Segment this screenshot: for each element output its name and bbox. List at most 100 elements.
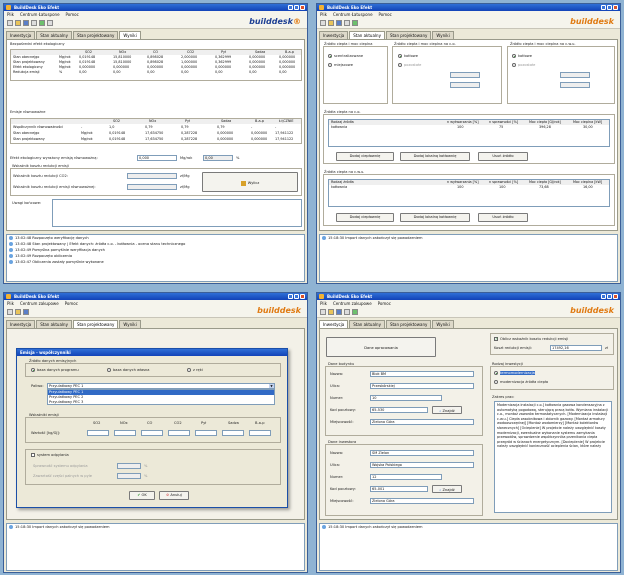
close-icon[interactable] [613,5,618,10]
address-field[interactable]: SM Zielon [370,450,474,456]
minimize-icon[interactable] [288,294,293,299]
menu-center[interactable]: Centrum zakupowe [333,300,372,307]
menu-file[interactable]: Plik [320,11,327,18]
dust-checkbox[interactable] [31,453,35,457]
em-value-field[interactable] [168,430,190,436]
address-field[interactable]: Zielona Góra [370,498,474,504]
save-icon[interactable] [23,20,29,26]
em-value-field[interactable] [141,430,163,436]
open-icon[interactable] [15,20,21,26]
check-icon[interactable] [352,309,358,315]
delete-source-button[interactable]: Usuń źródło [478,152,528,161]
check-icon[interactable] [39,20,45,26]
cancel-button[interactable]: ⊘ Anuluj [159,491,189,500]
scope-field[interactable]: Modernizacja instalacji c.o.] kotłownia … [494,401,612,513]
address-field[interactable]: 65-001 [370,486,428,492]
new-icon[interactable] [7,20,13,26]
add-heat-button[interactable]: Dodaj ciepłownię [336,152,394,161]
log-text: 15:18:30 Import danych zakończył się pow… [328,236,423,240]
em-value-field[interactable] [87,430,109,436]
em-value-field[interactable] [195,430,217,436]
study-data-button[interactable]: Dane opracowania [326,337,436,357]
grid-row[interactable]: kotłownia 100 75 396,28 30,00 [329,125,609,130]
cost-checkbox[interactable]: ✓ [494,336,498,341]
radio-cw-water[interactable] [512,54,516,58]
save-icon[interactable] [336,309,342,315]
field-label: Miejscowość: [330,420,354,424]
address-field[interactable]: 10 [370,395,442,401]
fuel-option-3[interactable]: Przyulatkowy PEC 3 [48,400,274,404]
radio-prog[interactable] [31,368,35,372]
results-panel: Bezpośredni efekt ekologiczny SO2 NOx CO CO… [6,39,305,231]
radio-co-water[interactable] [398,54,402,58]
ok-button[interactable]: ✔ OK [129,491,155,500]
field-label: Ulica: [330,384,341,388]
radio-user[interactable] [107,368,111,372]
radio-local[interactable] [328,63,332,67]
grid-row[interactable]: kotłownia 100 100 73,68 16,00 [329,185,609,190]
add-local-button-2[interactable]: Dodaj lokalną kotłownię [400,213,470,222]
menu-file[interactable]: Plik [320,300,327,307]
close-icon[interactable] [613,294,618,299]
open-icon[interactable] [328,20,334,26]
find-button[interactable]: ⌕ Znajdź [432,485,462,493]
radio-co-other[interactable] [398,63,402,67]
radio-central[interactable] [328,54,332,58]
radio-term[interactable] [494,371,498,375]
check-icon[interactable] [352,20,358,26]
menu-center[interactable]: Centrum Łatuspone [20,11,60,18]
new-icon[interactable] [320,309,326,315]
find-button[interactable]: ⌕ Znajdź [432,406,462,414]
print-icon[interactable] [31,20,37,26]
field-label: Numer: [330,396,344,400]
minimize-icon[interactable] [601,294,606,299]
minimize-icon[interactable] [601,5,606,10]
save-icon[interactable] [23,309,29,315]
equivalent-table: SO2 NOx Pył Sadza B-a-p ŁĄCZNIE Współczynnik r… [10,118,302,144]
delete-source-button-2[interactable]: Usuń źródło [478,213,528,222]
maximize-icon[interactable] [607,294,612,299]
menu-help[interactable]: Pomoc [65,300,78,307]
close-icon[interactable] [300,294,305,299]
cost-field[interactable]: 17492,16 [550,345,602,351]
address-field[interactable]: 12 [370,474,442,480]
new-icon[interactable] [7,309,13,315]
menu-file[interactable]: Plik [7,11,14,18]
close-icon[interactable] [300,5,305,10]
print-icon[interactable] [344,20,350,26]
section-equivalent: Emisje równoważne [10,110,46,114]
add-heat-button-2[interactable]: Dodaj ciepłownię [336,213,394,222]
menu-center[interactable]: Centrum Łatuspone [333,11,373,18]
maximize-icon[interactable] [294,5,299,10]
add-local-button[interactable]: Dodaj lokalną kotłownię [400,152,470,161]
maximize-icon[interactable] [607,5,612,10]
address-field[interactable]: Zielona Góra [370,419,474,425]
radio-mod[interactable] [494,380,498,384]
radio-none[interactable] [187,368,191,372]
address-field[interactable]: Blok BM [370,371,474,377]
menu-help[interactable]: Pomoc [66,11,79,18]
menu-help[interactable]: Pomoc [378,300,391,307]
menu-file[interactable]: Plik [7,300,14,307]
maximize-icon[interactable] [294,294,299,299]
open-icon[interactable] [328,309,334,315]
save-icon[interactable] [336,20,342,26]
calc-button[interactable]: Wylicz [202,172,298,192]
radio-cw-other-label: pozostałe [518,63,536,67]
notes-field[interactable] [52,199,302,227]
menu-help[interactable]: Pomoc [379,11,392,18]
minimize-icon[interactable] [288,5,293,10]
menu-center[interactable]: Centrum zakupowe [20,300,59,307]
em-value-field[interactable] [249,430,271,436]
address-field[interactable]: Przeskórskiej [370,383,474,389]
open-icon[interactable] [15,309,21,315]
em-value-field[interactable] [114,430,136,436]
app-icon [319,5,324,10]
calc-icon[interactable] [47,20,53,26]
radio-cw-other[interactable] [512,63,516,67]
address-field[interactable]: 65-530 [370,407,428,413]
new-icon[interactable] [320,20,326,26]
address-field[interactable]: Wojska Polskiego [370,462,474,468]
em-value-field[interactable] [222,430,244,436]
print-icon[interactable] [344,309,350,315]
